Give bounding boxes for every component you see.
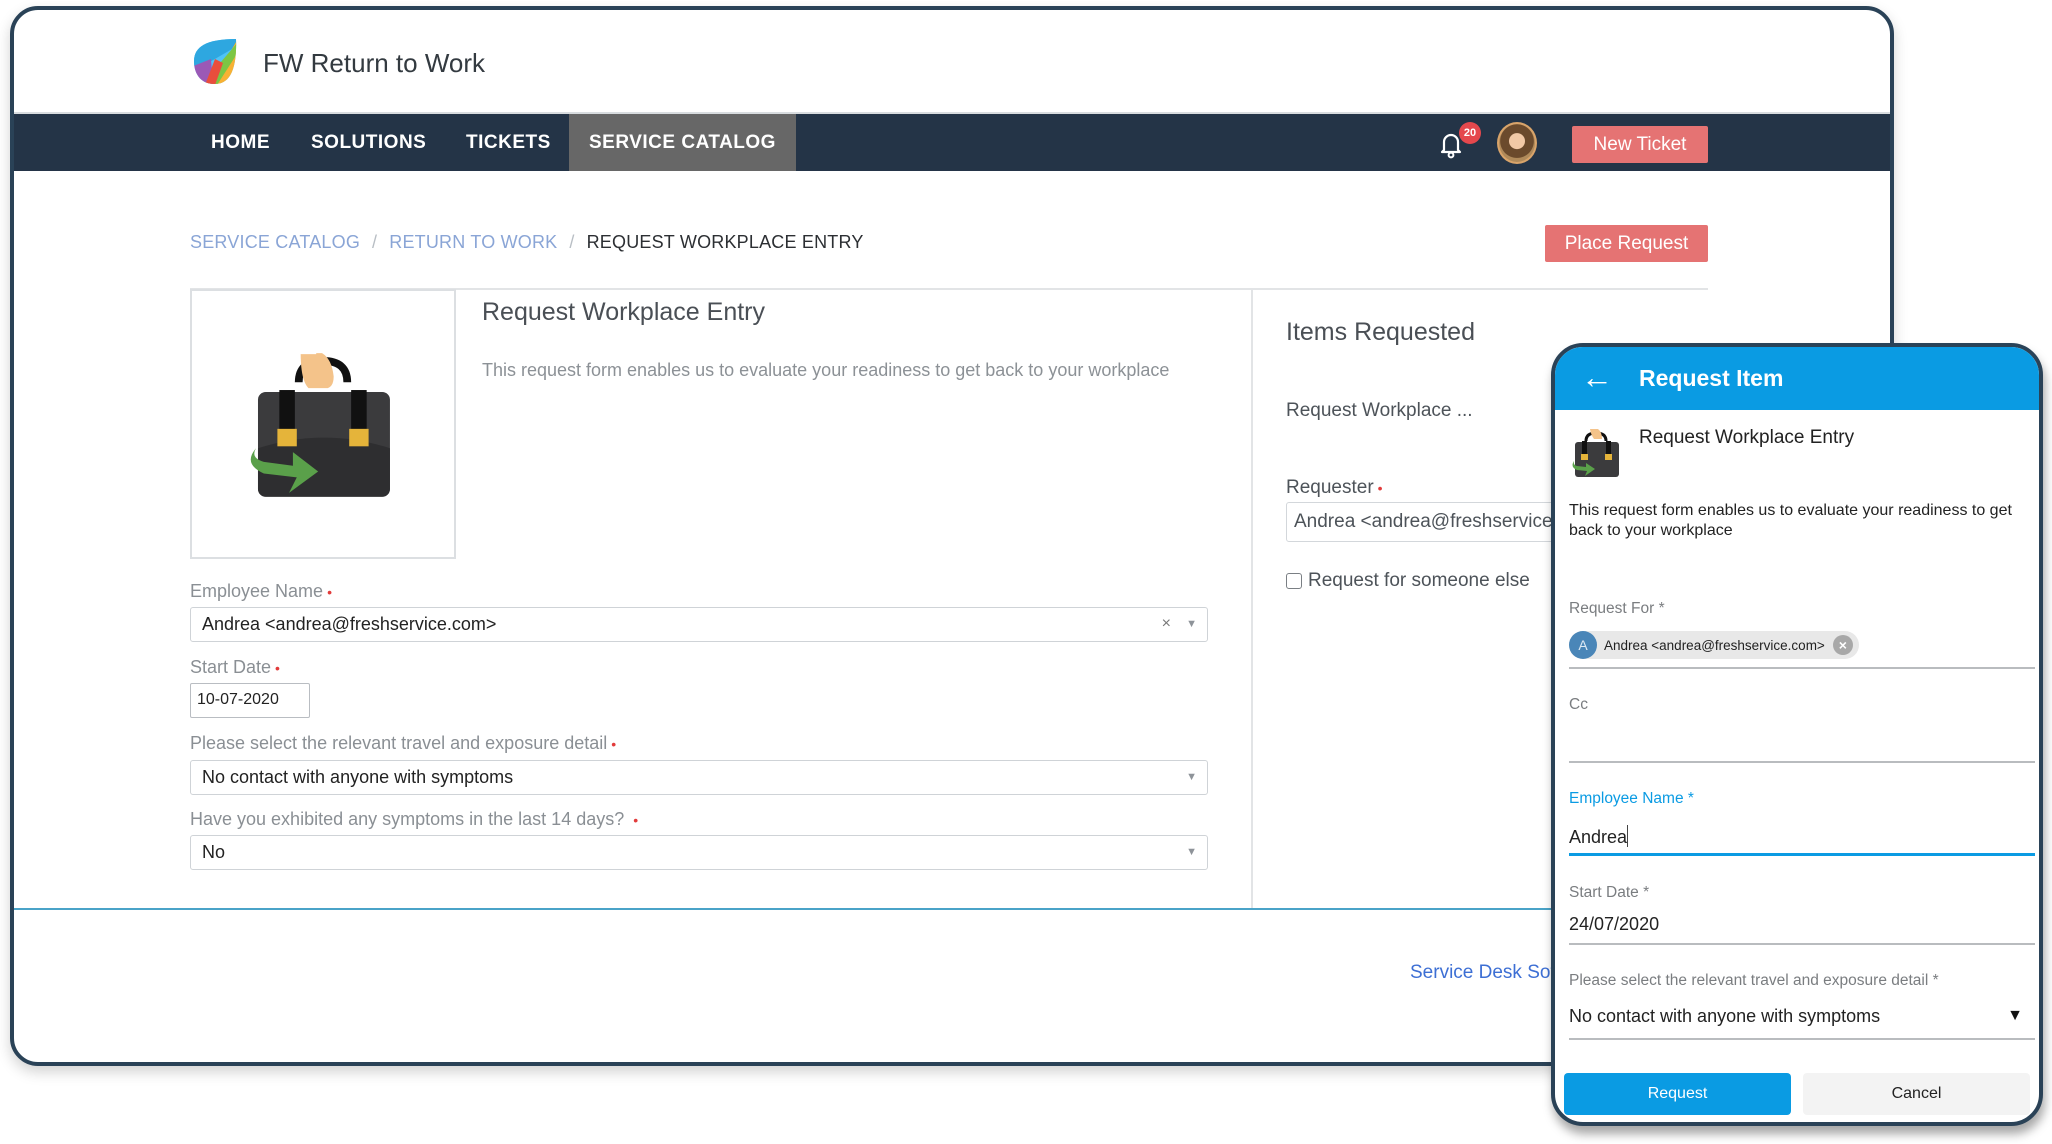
employee-name-label: Employee Name * (1569, 790, 1694, 807)
chevron-down-icon[interactable]: ▼ (1186, 836, 1197, 868)
employee-name-underline (1569, 853, 2035, 856)
mobile-header: ← Request Item (1555, 347, 2039, 410)
start-date-underline (1569, 943, 2035, 945)
form-title: Request Workplace Entry (482, 298, 765, 326)
request-button[interactable]: Request (1564, 1073, 1791, 1115)
travel-select[interactable]: No contact with anyone with symptoms (1569, 1006, 1880, 1027)
back-arrow-icon[interactable]: ← (1581, 355, 1613, 399)
column-divider (1251, 289, 1253, 909)
nav-service-catalog[interactable]: SERVICE CATALOG (569, 114, 796, 171)
mobile-item-title: Request Workplace Entry (1639, 427, 1855, 448)
nav-home[interactable]: HOME (211, 114, 270, 171)
cc-input[interactable] (1569, 727, 2035, 757)
requester-label: Requester • (1286, 477, 1383, 498)
place-request-button[interactable]: Place Request (1545, 225, 1708, 262)
employee-name-input[interactable]: Andrea (1569, 825, 1629, 848)
breadcrumb-return-to-work[interactable]: RETURN TO WORK (389, 232, 557, 252)
checkbox-label: Request for someone else (1308, 570, 1530, 591)
request-for-label: Request For * (1569, 600, 1665, 617)
travel-label: Please select the relevant travel and ex… (1569, 972, 1939, 989)
briefcase-icon (1572, 429, 1619, 477)
mobile-description: This request form enables us to evaluate… (1569, 502, 2012, 539)
notification-badge: 20 (1459, 122, 1481, 144)
mobile-title: Request Item (1639, 365, 1784, 391)
remove-chip-icon[interactable]: × (1832, 635, 1853, 655)
symptoms-value: No (202, 842, 226, 862)
freshservice-logo-icon (194, 39, 237, 84)
start-date-label: Start Date • (190, 657, 280, 677)
travel-select[interactable]: No contact with anyone with symptoms ▼ (190, 760, 1208, 795)
travel-underline (1569, 1038, 2035, 1040)
chevron-down-icon[interactable]: ▼ (1186, 761, 1197, 793)
form-description: This request form enables us to evaluate… (482, 360, 1170, 380)
employee-name-label: Employee Name • (190, 581, 332, 601)
travel-label: Please select the relevant travel and ex… (190, 733, 617, 753)
request-for-someone-else[interactable]: Request for someone else (1286, 570, 1530, 592)
breadcrumb-separator: / (569, 232, 575, 252)
requested-item: Request Workplace ... (1286, 400, 1473, 421)
breadcrumb-current: REQUEST WORKPLACE ENTRY (586, 232, 864, 252)
nav-solutions[interactable]: SOLUTIONS (311, 114, 426, 171)
breadcrumb-separator: / (372, 232, 378, 252)
chip-text: Andrea <andrea@freshservice.com> (1604, 637, 1825, 653)
text-cursor (1627, 825, 1629, 847)
start-date-label: Start Date * (1569, 884, 1650, 901)
request-for-chip[interactable]: A Andrea <andrea@freshservice.com> × (1569, 631, 1859, 659)
cc-label: Cc (1569, 696, 1588, 713)
dropdown-arrow-icon[interactable]: ▼ (2007, 1007, 2023, 1025)
items-requested-title: Items Requested (1286, 318, 1475, 346)
request-for-underline (1569, 667, 2035, 669)
new-ticket-button[interactable]: New Ticket (1572, 126, 1708, 163)
breadcrumb: SERVICE CATALOG / RETURN TO WORK / REQUEST W… (190, 232, 864, 253)
breadcrumb-service-catalog[interactable]: SERVICE CATALOG (190, 232, 360, 252)
travel-value: No contact with anyone with symptoms (202, 767, 514, 787)
checkbox[interactable] (1286, 573, 1302, 589)
employee-name-select[interactable]: Andrea <andrea@freshservice.com> × ▼ (190, 607, 1208, 642)
start-date-input[interactable]: 24/07/2020 (1569, 914, 1659, 935)
briefcase-icon (250, 347, 390, 497)
nav-tickets[interactable]: TICKETS (466, 114, 551, 171)
chip-avatar: A (1569, 631, 1597, 659)
mobile-request-item-screen: ← Request Item Request Workplace Entry T… (1551, 343, 2043, 1126)
symptoms-label: Have you exhibited any symptoms in the l… (190, 809, 639, 829)
employee-name-value: Andrea <andrea@freshservice.com> (202, 614, 497, 634)
item-image (190, 289, 456, 559)
start-date-input[interactable]: 10-07-2020 (190, 683, 310, 718)
cancel-button[interactable]: Cancel (1803, 1073, 2030, 1115)
symptoms-select[interactable]: No ▼ (190, 835, 1208, 870)
top-navigation: HOME SOLUTIONS TICKETS SERVICE CATALOG 2… (14, 112, 1890, 171)
cc-underline (1569, 761, 2035, 763)
app-title: FW Return to Work (263, 48, 486, 78)
chevron-down-icon[interactable]: ▼ (1186, 608, 1197, 640)
clear-icon[interactable]: × (1162, 608, 1171, 640)
user-avatar[interactable] (1497, 122, 1537, 164)
